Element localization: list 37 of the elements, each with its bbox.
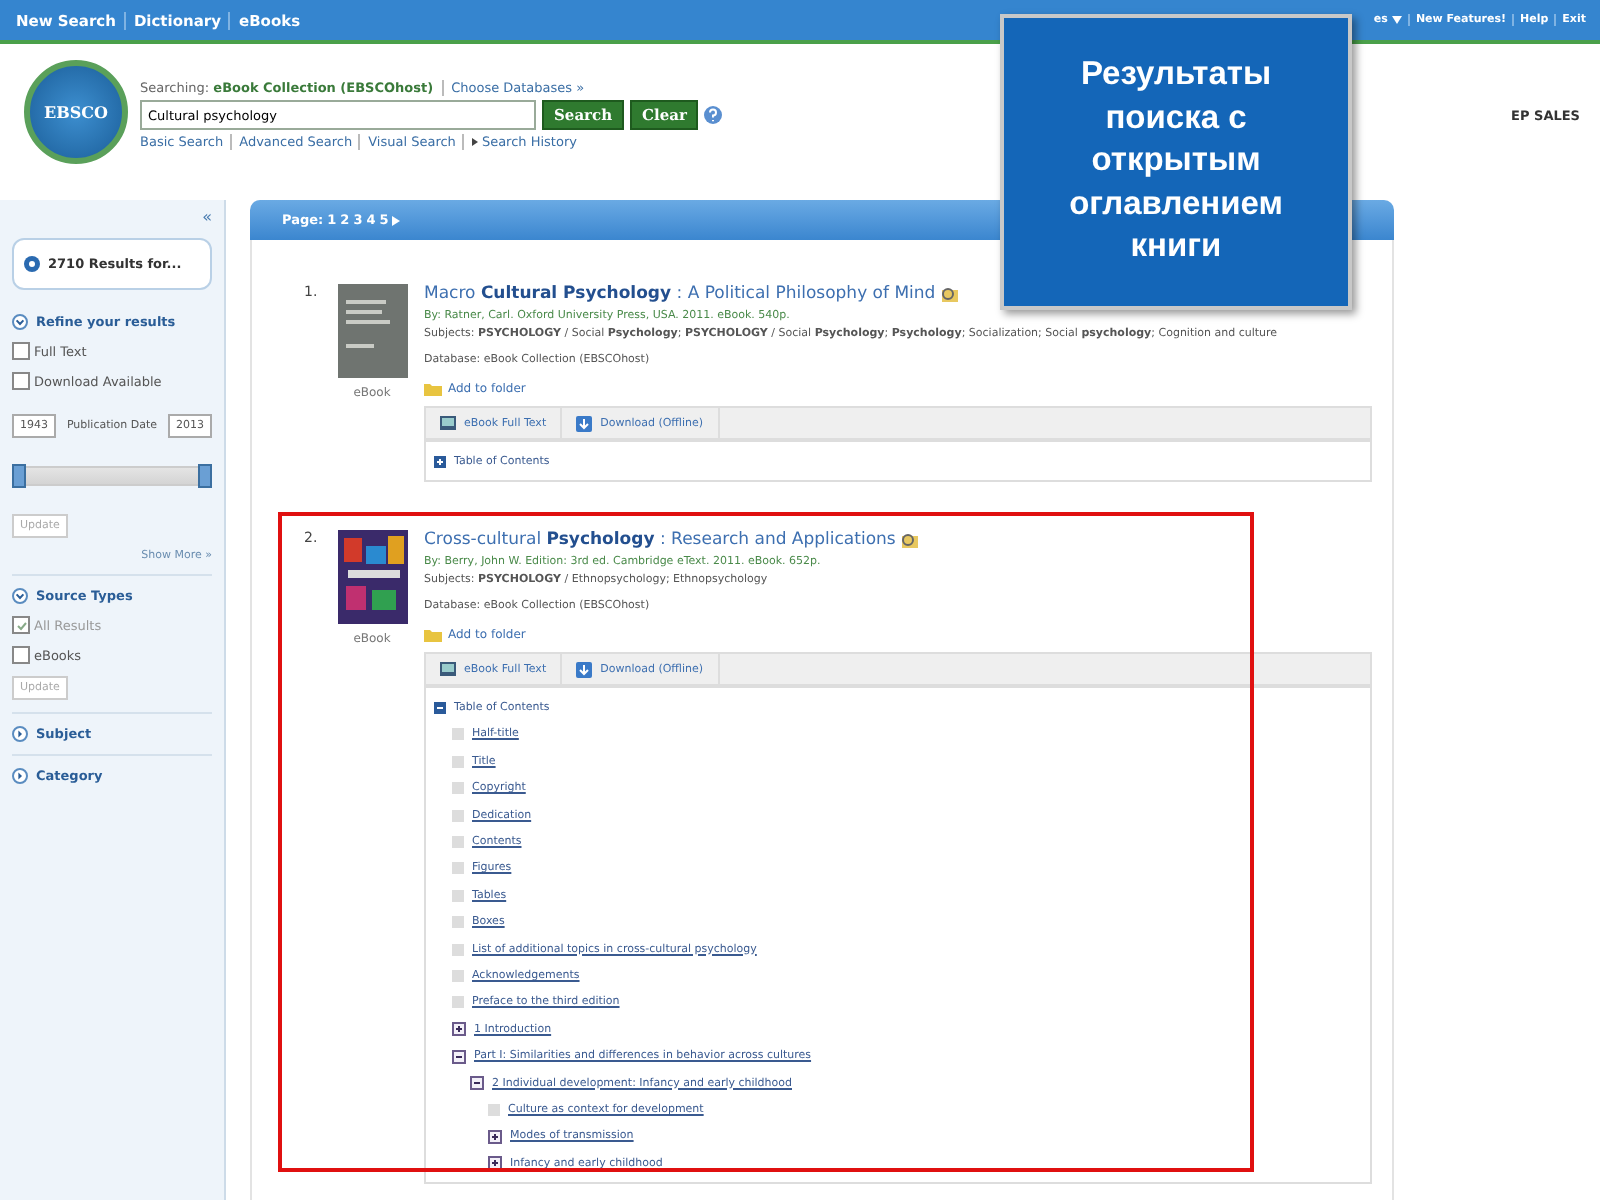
collapse-icon[interactable] bbox=[452, 1049, 466, 1064]
next-icon[interactable] bbox=[392, 215, 401, 225]
preview-icon[interactable] bbox=[899, 532, 920, 549]
book-icon bbox=[440, 416, 456, 430]
page-icon bbox=[452, 728, 464, 741]
preview-icon[interactable] bbox=[939, 286, 960, 302]
collapse-icon[interactable] bbox=[12, 314, 28, 330]
expand-icon[interactable] bbox=[12, 726, 28, 742]
bullet-icon bbox=[24, 256, 40, 272]
collapse-icon[interactable] bbox=[434, 702, 446, 715]
page-icon bbox=[452, 996, 464, 1009]
page-icon bbox=[452, 916, 464, 929]
folder-icon bbox=[424, 382, 442, 396]
expand-icon[interactable] bbox=[12, 768, 28, 784]
collapse-toggle[interactable]: « bbox=[202, 208, 212, 226]
check-icon bbox=[15, 619, 27, 631]
book-cover bbox=[337, 530, 407, 625]
date-range-slider[interactable] bbox=[12, 466, 212, 486]
download-icon bbox=[576, 415, 593, 431]
expand-icon[interactable] bbox=[452, 1022, 466, 1037]
page-icon bbox=[452, 809, 464, 822]
collapse-icon[interactable] bbox=[470, 1076, 484, 1091]
expand-icon[interactable] bbox=[488, 1156, 502, 1171]
book-cover bbox=[337, 284, 407, 378]
page-icon bbox=[488, 1103, 500, 1116]
download-icon bbox=[576, 661, 593, 678]
book-icon bbox=[440, 662, 456, 677]
page-icon bbox=[452, 889, 464, 902]
expand-icon[interactable] bbox=[488, 1129, 502, 1144]
folder-icon bbox=[424, 628, 442, 643]
result-title[interactable]: Cross-cultural Psychology : Research and Applications bbox=[424, 530, 1372, 551]
logo[interactable]: EBSCO bbox=[24, 60, 128, 164]
annotation-callout: Результаты поиска с открытым оглавлением книги bbox=[1000, 14, 1352, 310]
help-icon[interactable] bbox=[704, 106, 723, 124]
page-icon bbox=[452, 755, 464, 768]
collapse-icon[interactable] bbox=[12, 588, 28, 604]
page-icon bbox=[452, 782, 464, 795]
